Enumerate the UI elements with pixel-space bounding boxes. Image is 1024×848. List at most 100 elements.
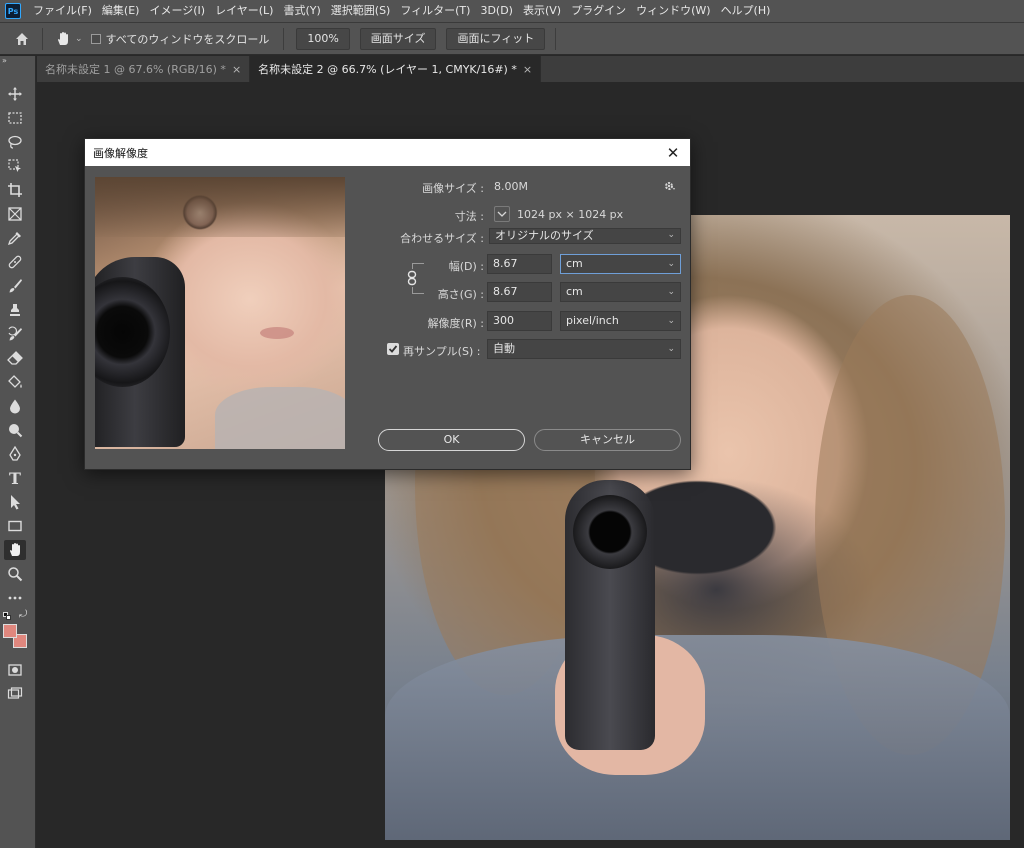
height-unit-select[interactable]: cm ⌄ bbox=[560, 282, 681, 302]
resolution-unit-value: pixel/inch bbox=[566, 314, 619, 327]
document-tabs: 名称未設定 1 @ 67.6% (RGB/16) * × 名称未設定 2 @ 6… bbox=[37, 56, 1024, 82]
screen-size-button[interactable]: 画面サイズ bbox=[359, 27, 437, 50]
resample-select[interactable]: 自動 ⌄ bbox=[487, 339, 681, 359]
menu-3d[interactable]: 3D(D) bbox=[475, 0, 518, 22]
chevron-down-icon: ⌄ bbox=[667, 316, 675, 326]
history-brush-icon[interactable] bbox=[4, 324, 26, 344]
paint-bucket-icon[interactable] bbox=[4, 372, 26, 392]
height-input[interactable]: 8.67 bbox=[487, 282, 552, 302]
menu-edit[interactable]: 編集(E) bbox=[97, 0, 145, 22]
tools-panel: » T ⤾ bbox=[0, 56, 36, 848]
type-tool-glyph: T bbox=[9, 468, 21, 488]
swap-colors-icon[interactable]: ⤾ bbox=[19, 609, 27, 620]
home-icon[interactable] bbox=[10, 27, 34, 51]
lasso-icon[interactable] bbox=[4, 132, 26, 152]
chevron-down-icon: ⌄ bbox=[667, 230, 675, 240]
tab-label: 名称未設定 1 @ 67.6% (RGB/16) * bbox=[45, 63, 226, 76]
chevron-down-icon: ⌄ bbox=[667, 344, 675, 354]
marquee-icon[interactable] bbox=[4, 108, 26, 128]
menu-window[interactable]: ウィンドウ(W) bbox=[631, 0, 715, 22]
preset-chevron-icon[interactable]: ⌄ bbox=[75, 34, 83, 44]
separator bbox=[555, 27, 557, 50]
preview-lips bbox=[260, 327, 294, 339]
cancel-button[interactable]: キャンセル bbox=[534, 429, 681, 451]
image-preview[interactable] bbox=[95, 177, 345, 449]
zoom-icon[interactable] bbox=[4, 564, 26, 584]
menu-image[interactable]: イメージ(I) bbox=[144, 0, 210, 22]
frame-icon[interactable] bbox=[4, 204, 26, 224]
brush-icon[interactable] bbox=[4, 276, 26, 296]
height-label: 高さ(G) : bbox=[437, 288, 484, 301]
fit-to-select[interactable]: オリジナルのサイズ ⌄ bbox=[489, 228, 681, 244]
menu-view[interactable]: 表示(V) bbox=[518, 0, 566, 22]
dialog-titlebar[interactable]: 画像解像度 ✕ bbox=[85, 139, 690, 166]
image-size-value: 8.00M bbox=[494, 180, 528, 193]
scroll-all-checkbox[interactable] bbox=[90, 33, 101, 44]
chevron-down-icon bbox=[497, 211, 507, 217]
resolution-unit-select[interactable]: pixel/inch ⌄ bbox=[560, 311, 681, 331]
width-unit-select[interactable]: cm ⌄ bbox=[560, 254, 681, 274]
eyedropper-icon[interactable] bbox=[4, 228, 26, 248]
gear-icon[interactable] bbox=[663, 179, 677, 196]
resample-checkbox[interactable] bbox=[387, 343, 399, 355]
close-icon[interactable]: × bbox=[523, 63, 532, 76]
preview-hair bbox=[95, 177, 345, 237]
chevron-down-icon: ⌄ bbox=[667, 287, 675, 297]
blur-icon[interactable] bbox=[4, 396, 26, 416]
hand-icon[interactable] bbox=[4, 540, 26, 560]
resolution-label: 解像度(R) : bbox=[427, 317, 484, 330]
pen-icon[interactable] bbox=[4, 444, 26, 464]
menu-select[interactable]: 選択範囲(S) bbox=[326, 0, 396, 22]
dialog-title: 画像解像度 bbox=[93, 146, 148, 160]
width-input[interactable]: 8.67 bbox=[487, 254, 552, 274]
default-colors-icon[interactable] bbox=[3, 612, 11, 620]
ok-button[interactable]: OK bbox=[378, 429, 525, 451]
path-select-icon[interactable] bbox=[4, 492, 26, 512]
menu-type[interactable]: 書式(Y) bbox=[278, 0, 325, 22]
stamp-icon[interactable] bbox=[4, 300, 26, 320]
menu-file[interactable]: ファイル(F) bbox=[28, 0, 97, 22]
screen-mode-icon[interactable] bbox=[4, 684, 26, 704]
preview-sweater bbox=[215, 387, 345, 449]
menu-filter[interactable]: フィルター(T) bbox=[395, 0, 475, 22]
menu-layer[interactable]: レイヤー(L) bbox=[210, 0, 278, 22]
width-unit-value: cm bbox=[566, 257, 583, 270]
healing-icon[interactable] bbox=[4, 252, 26, 272]
menu-plugins[interactable]: プラグイン bbox=[566, 0, 631, 22]
object-select-icon[interactable] bbox=[4, 156, 26, 176]
dodge-icon[interactable] bbox=[4, 420, 26, 440]
options-bar: ⌄ すべてのウィンドウをスクロール 100% 画面サイズ 画面にフィット bbox=[0, 22, 1024, 55]
checkmark-icon bbox=[388, 345, 398, 353]
tab-document-2[interactable]: 名称未設定 2 @ 66.7% (レイヤー 1, CMYK/16#) * × bbox=[250, 56, 542, 82]
resample-value: 自動 bbox=[493, 342, 515, 355]
separator bbox=[42, 27, 43, 50]
scroll-all-label: すべてのウィンドウをスクロール bbox=[105, 32, 270, 46]
close-icon[interactable]: × bbox=[232, 63, 241, 76]
image-size-label: 画像サイズ : bbox=[422, 182, 484, 195]
tab-document-1[interactable]: 名称未設定 1 @ 67.6% (RGB/16) * × bbox=[37, 56, 251, 82]
foreground-color-swatch[interactable] bbox=[3, 624, 17, 638]
dimensions-value: 1024 px × 1024 px bbox=[517, 208, 624, 221]
hand-tool-preset-icon[interactable] bbox=[51, 27, 75, 51]
eraser-icon[interactable] bbox=[4, 348, 26, 368]
close-icon[interactable]: ✕ bbox=[664, 144, 682, 162]
separator bbox=[283, 27, 285, 50]
photoshop-logo: Ps bbox=[5, 3, 21, 19]
link-icon[interactable] bbox=[405, 269, 419, 287]
resolution-input[interactable]: 300 bbox=[487, 311, 552, 331]
more-icon[interactable] bbox=[4, 588, 26, 608]
crop-icon[interactable] bbox=[4, 180, 26, 200]
menu-help[interactable]: ヘルプ(H) bbox=[716, 0, 776, 22]
quick-mask-icon[interactable] bbox=[4, 660, 26, 680]
zoom-100-button[interactable]: 100% bbox=[296, 27, 350, 50]
collapse-icon[interactable]: » bbox=[2, 56, 7, 65]
canvas-muzzle bbox=[573, 495, 647, 569]
move-icon[interactable] bbox=[4, 84, 26, 104]
chevron-down-icon: ⌄ bbox=[667, 259, 675, 269]
width-label: 幅(D) : bbox=[448, 260, 484, 273]
dimensions-units-dropdown[interactable] bbox=[494, 206, 510, 222]
type-icon[interactable]: T bbox=[4, 468, 26, 488]
rectangle-icon[interactable] bbox=[4, 516, 26, 536]
fit-screen-button[interactable]: 画面にフィット bbox=[446, 27, 546, 50]
menu-bar: Ps ファイル(F) 編集(E) イメージ(I) レイヤー(L) 書式(Y) 選… bbox=[0, 0, 1024, 22]
